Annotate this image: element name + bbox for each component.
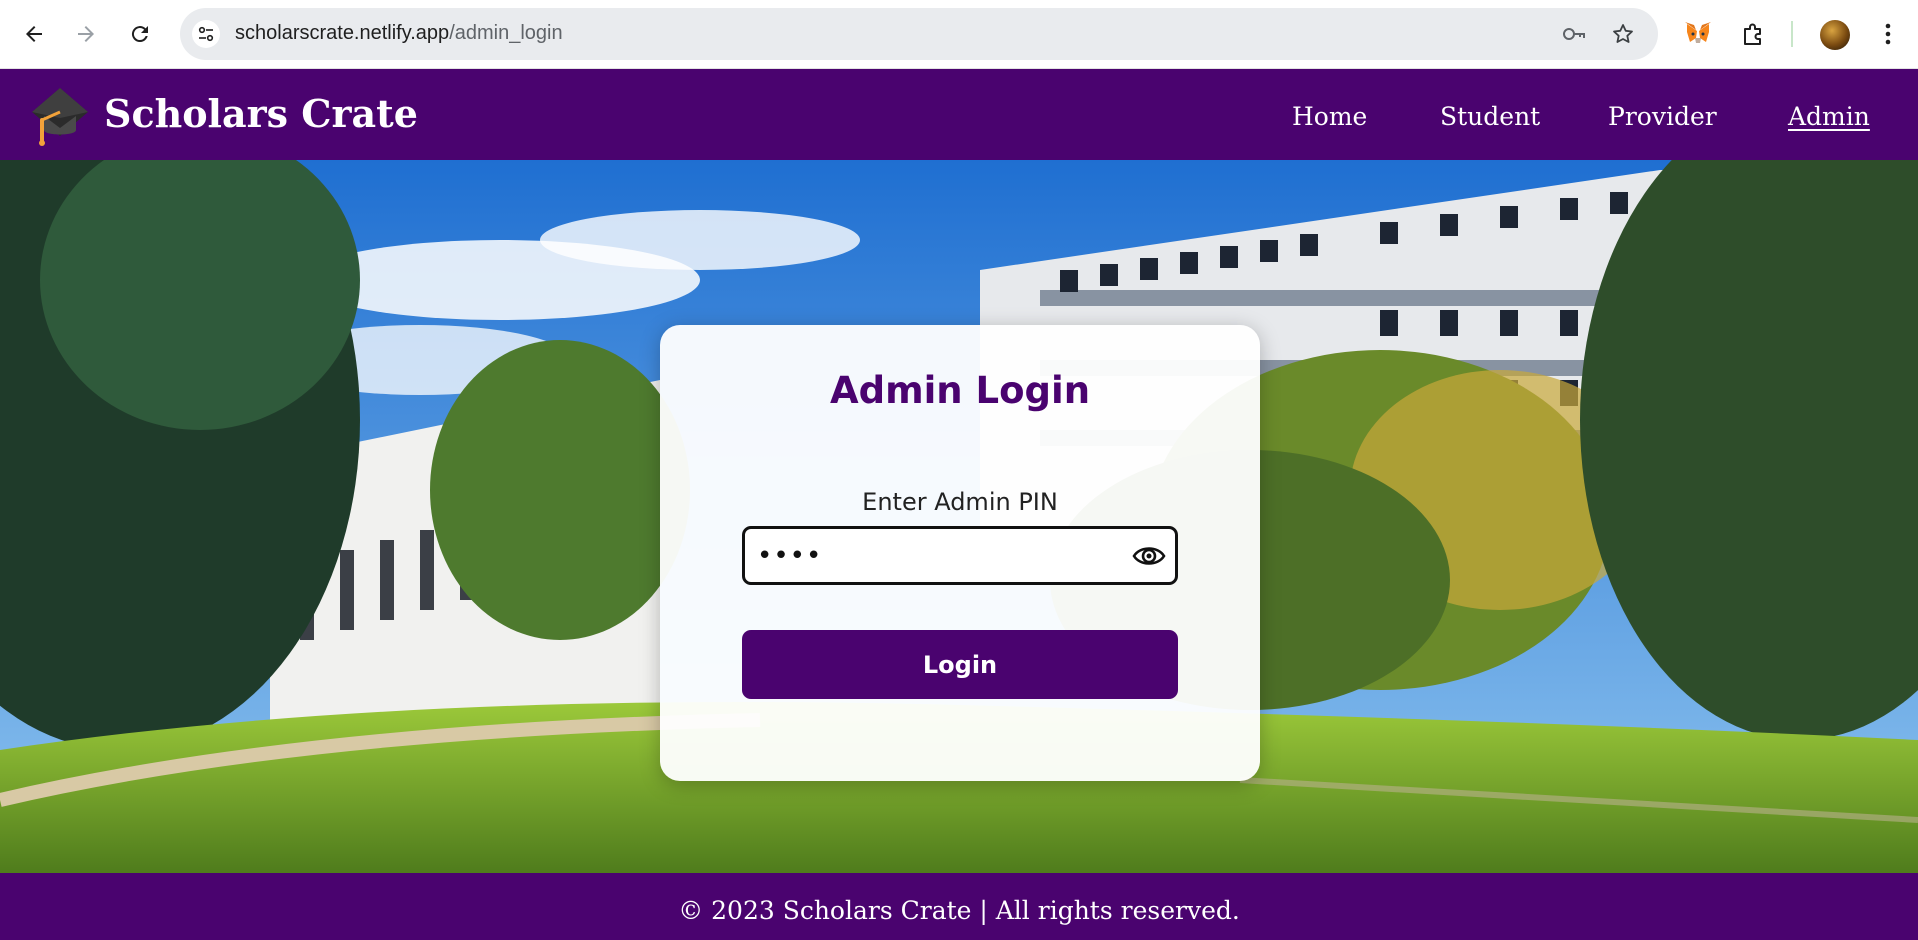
pin-field[interactable]: [742, 526, 1178, 585]
extensions-puzzle-icon[interactable]: [1734, 14, 1774, 54]
site-info-icon[interactable]: [192, 20, 220, 48]
login-button[interactable]: Login: [742, 630, 1178, 699]
arrow-left-icon: [26, 26, 42, 42]
nav-admin[interactable]: Admin: [1788, 102, 1870, 131]
page-title: Admin Login: [829, 369, 1091, 412]
site-footer: © 2023 Scholars Crate | All rights reser…: [0, 873, 1918, 940]
arrow-right-icon: [78, 26, 94, 42]
site-header: Scholars Crate Home Student Provider Adm…: [0, 69, 1918, 160]
admin-pin-input[interactable]: [757, 537, 1117, 575]
forward-button[interactable]: [66, 14, 106, 54]
profile-avatar[interactable]: [1820, 20, 1850, 50]
toolbar-separator: [1791, 21, 1793, 47]
show-password-eye-icon[interactable]: [1132, 541, 1166, 571]
url-host: scholarscrate.netlify.app: [235, 22, 450, 44]
back-button[interactable]: [14, 14, 54, 54]
more-vertical-icon: [1885, 23, 1891, 45]
password-key-icon[interactable]: [1560, 20, 1588, 48]
copyright-text: © 2023 Scholars Crate | All rights reser…: [678, 896, 1240, 925]
graduation-cap-icon: [32, 88, 88, 146]
admin-login-card: Admin Login Enter Admin PIN Login: [660, 325, 1260, 781]
url-path: /admin_login: [449, 22, 563, 44]
nav-provider[interactable]: Provider: [1608, 102, 1717, 131]
reload-icon: [131, 26, 148, 43]
metamask-extension-icon[interactable]: [1678, 14, 1718, 54]
nav-home[interactable]: Home: [1292, 102, 1367, 131]
browser-toolbar: scholarscrate.netlify.app/admin_login: [0, 0, 1918, 69]
address-bar[interactable]: scholarscrate.netlify.app/admin_login: [180, 8, 1658, 60]
reload-button[interactable]: [120, 14, 160, 54]
pin-label: Enter Admin PIN: [862, 488, 1058, 516]
bookmark-star-icon[interactable]: [1609, 20, 1637, 48]
site-brand[interactable]: Scholars Crate: [104, 91, 418, 136]
more-menu-button[interactable]: [1868, 14, 1908, 54]
url-text[interactable]: scholarscrate.netlify.app/admin_login: [235, 22, 563, 45]
nav-student[interactable]: Student: [1440, 102, 1540, 131]
